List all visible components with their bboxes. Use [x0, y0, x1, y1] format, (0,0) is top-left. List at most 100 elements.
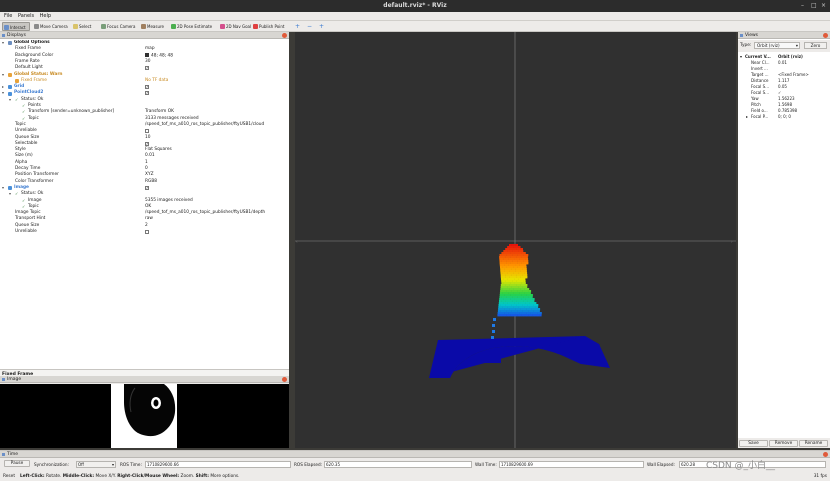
sync-label: Synchronization: — [34, 462, 69, 467]
pause-button[interactable]: Pause — [4, 460, 30, 467]
views-panel-header: Views — [738, 32, 830, 39]
cloud-point — [519, 314, 522, 317]
menu-panels[interactable]: Panels — [18, 12, 34, 21]
ros-time-label: ROS Time: — [120, 462, 142, 467]
view-property-row[interactable]: ▸ Focal P... 0; 0; 0 — [738, 114, 830, 120]
reset-button[interactable]: Reset — [3, 472, 15, 481]
cloud-point — [508, 314, 511, 317]
close-window-icon[interactable]: × — [821, 2, 826, 9]
cloud-point — [537, 314, 540, 317]
tool-icon — [253, 24, 258, 29]
close-panel-icon[interactable] — [282, 33, 287, 38]
chevron-right-icon[interactable]: ▸ — [746, 114, 748, 120]
depth-image — [0, 384, 289, 448]
property-value: map — [145, 46, 155, 52]
displays-panel: Displays ▾ Global Options Fixed Frame map Ba… — [0, 32, 289, 406]
close-panel-icon[interactable] — [823, 33, 828, 38]
chevron-down-icon: ▾ — [111, 462, 114, 467]
hint-key: Right-Click/Mouse Wheel: — [117, 474, 180, 479]
close-panel-icon[interactable] — [823, 452, 828, 457]
tool-interact-button[interactable]: Interact — [2, 22, 30, 31]
tool-publish-point-button[interactable]: Publish Point — [252, 22, 286, 31]
tool-properties-icon[interactable]: + — [318, 22, 327, 31]
remove-tool-icon[interactable]: − — [306, 22, 315, 31]
tool-2d-pose-estimate-button[interactable]: 2D Pose Estimate — [170, 22, 216, 31]
tool-icon — [171, 24, 176, 29]
tool-2d-nav-goal-button[interactable]: 2D Nav Goal — [219, 22, 251, 31]
cloud-point — [501, 314, 505, 317]
pointcloud-object — [491, 244, 542, 339]
sync-select[interactable]: Off ▾ — [76, 461, 116, 468]
property-checkbox[interactable]: ✓ — [145, 91, 149, 96]
window-title: default.rviz* - RViz — [383, 2, 447, 9]
cloud-point — [504, 314, 507, 317]
scene-canvas: ‹ › — [295, 32, 736, 448]
views-icon — [740, 34, 743, 37]
tool-icon — [141, 24, 146, 29]
zero-button[interactable]: Zero — [804, 42, 827, 49]
cloud-point — [512, 314, 516, 317]
hint-key: Shift: — [195, 474, 209, 479]
view-property-value[interactable]: 0; 0; 0 — [778, 114, 791, 120]
fps-readout: 31 fps — [813, 474, 827, 479]
tool-label: Focus Camera — [107, 24, 136, 29]
property-value: 30 — [145, 58, 151, 64]
time-title: Time — [7, 452, 19, 457]
property-value: RGB8 — [145, 178, 157, 184]
cloud-point — [499, 314, 502, 317]
image-icon — [2, 378, 5, 381]
property-value: 2 — [145, 222, 148, 228]
depth-image-view[interactable] — [0, 384, 289, 448]
property-value: Transform OK — [145, 109, 174, 115]
remove-view-button[interactable]: Remove — [769, 439, 798, 447]
cloud-point — [506, 314, 509, 317]
property-checkbox[interactable]: ✓ — [145, 185, 149, 190]
view-type-select[interactable]: Orbit (rviz) ▾ — [754, 42, 800, 49]
property-checkbox[interactable]: ✓ — [145, 66, 149, 71]
menu-help[interactable]: Help — [40, 12, 51, 21]
property-checkbox[interactable]: ✓ — [145, 141, 149, 146]
tool-label: 2D Pose Estimate — [177, 24, 213, 29]
tool-label: Publish Point — [259, 24, 285, 29]
display-type-icon — [8, 91, 12, 96]
tool-focus-camera-button[interactable]: Focus Camera — [100, 22, 136, 31]
display-tree-row[interactable]: Unreliable — [0, 229, 289, 235]
property-checkbox[interactable] — [145, 129, 149, 134]
close-panel-icon[interactable] — [282, 377, 287, 382]
hint-text: Rotate. — [45, 474, 62, 479]
save-view-button[interactable]: Save — [739, 439, 768, 447]
tool-select-button[interactable]: Select — [72, 22, 96, 31]
ros-time-field[interactable]: 1710829600.66 — [145, 461, 291, 468]
property-value: XYZ — [145, 172, 154, 178]
minimize-icon[interactable]: – — [801, 2, 804, 9]
tool-measure-button[interactable]: Measure — [140, 22, 166, 31]
cloud-point — [523, 314, 527, 317]
hint-text: Zoom. — [180, 474, 195, 479]
cloud-point — [497, 314, 500, 317]
property-value: 0.01 — [145, 153, 155, 159]
tool-icon — [4, 25, 9, 30]
menu-file[interactable]: File — [4, 12, 12, 21]
render-3d-view[interactable]: ‹ › — [295, 32, 736, 448]
display-type-icon — [8, 85, 12, 90]
cloud-point — [534, 314, 538, 317]
tool-label: Move Camera — [40, 24, 68, 29]
ros-elapsed-field[interactable]: 620.35 — [324, 461, 472, 468]
property-value: Flat Squares — [145, 147, 172, 153]
cloud-point — [526, 314, 529, 317]
svg-text:›: › — [731, 239, 733, 244]
color-swatch — [145, 52, 149, 57]
maximize-icon[interactable]: □ — [811, 2, 817, 9]
hint-text: Move X/Y. — [95, 474, 116, 479]
add-tool-icon[interactable]: + — [294, 22, 303, 31]
time-icon — [2, 453, 5, 456]
tool-move-camera-button[interactable]: Move Camera — [33, 22, 69, 31]
wall-time-field[interactable]: 1710829600.69 — [499, 461, 644, 468]
property-checkbox[interactable]: ✓ — [145, 85, 149, 90]
cloud-point — [521, 314, 524, 317]
rename-view-button[interactable]: Rename — [799, 439, 828, 447]
property-checkbox[interactable] — [145, 230, 149, 234]
view-type-value: Orbit (rviz) — [757, 43, 780, 48]
views-button-row: Save Remove Rename — [738, 438, 830, 448]
wall-time-label: Wall Time: — [475, 462, 497, 467]
